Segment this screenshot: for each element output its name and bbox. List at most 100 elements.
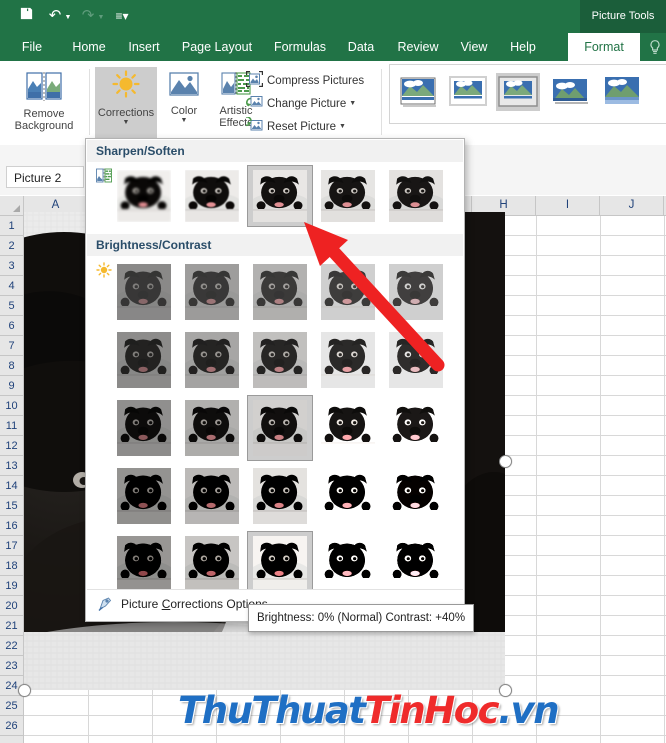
row-header-15[interactable]: 15 xyxy=(0,496,23,516)
tab-data[interactable]: Data xyxy=(340,33,382,61)
row-header-2[interactable]: 2 xyxy=(0,236,23,256)
picture-style-1[interactable] xyxy=(446,73,490,111)
brightness-contrast-thumb-r0-c3[interactable] xyxy=(316,260,380,324)
remove-background-button[interactable]: Remove Background xyxy=(6,69,82,137)
picture-style-0[interactable] xyxy=(396,73,440,111)
compress-pictures-button[interactable]: Compress Pictures xyxy=(246,71,364,91)
row-header-14[interactable]: 14 xyxy=(0,476,23,496)
brightness-contrast-thumb-r4-c0[interactable] xyxy=(112,532,176,596)
row-header-18[interactable]: 18 xyxy=(0,556,23,576)
row-header-20[interactable]: 20 xyxy=(0,596,23,616)
row-header-1[interactable]: 1 xyxy=(0,216,23,236)
row-header-12[interactable]: 12 xyxy=(0,436,23,456)
brightness-contrast-thumb-r4-c4[interactable] xyxy=(384,532,448,596)
ribbon-separator xyxy=(89,69,90,135)
brightness-contrast-thumb-r3-c4[interactable] xyxy=(384,464,448,528)
row-header-26[interactable]: 26 xyxy=(0,716,23,736)
brightness-contrast-thumb-r0-c2[interactable] xyxy=(248,260,312,324)
brightness-contrast-thumb-r1-c3[interactable] xyxy=(316,328,380,392)
brightness-contrast-thumb-r4-c3[interactable] xyxy=(316,532,380,596)
row-header-3[interactable]: 3 xyxy=(0,256,23,276)
reset-picture-button[interactable]: Reset Picture ▼ xyxy=(241,116,346,137)
row-header-4[interactable]: 4 xyxy=(0,276,23,296)
brightness-contrast-thumb-r1-c1[interactable] xyxy=(180,328,244,392)
thumbnail-image xyxy=(117,468,171,524)
corrections-dropdown-caret[interactable]: ▼ xyxy=(95,119,157,127)
row-header-22[interactable]: 22 xyxy=(0,636,23,656)
sharpen-soften-thumb-3[interactable] xyxy=(316,166,380,226)
row-header-17[interactable]: 17 xyxy=(0,536,23,556)
brightness-contrast-thumb-r2-c2[interactable] xyxy=(247,395,313,461)
customize-qat-icon[interactable]: ≡▾ xyxy=(112,6,132,26)
picture-styles-gallery[interactable] xyxy=(389,64,666,124)
tab-home[interactable]: Home xyxy=(62,33,116,61)
color-dropdown-caret[interactable]: ▼ xyxy=(160,117,208,125)
picture-style-2[interactable] xyxy=(496,73,540,111)
name-box[interactable]: Picture 2 xyxy=(6,166,84,188)
brightness-contrast-thumb-r1-c4[interactable] xyxy=(384,328,448,392)
undo-dropdown-caret[interactable]: ▼ xyxy=(64,14,72,22)
change-picture-button[interactable]: Change Picture ▼ xyxy=(246,94,356,114)
row-header-16[interactable]: 16 xyxy=(0,516,23,536)
thumbnail-image xyxy=(253,536,307,592)
change-picture-caret[interactable]: ▼ xyxy=(349,100,356,107)
brightness-contrast-thumb-r1-c0[interactable] xyxy=(112,328,176,392)
color-button[interactable]: Color ▼ xyxy=(160,67,208,139)
row-header-9[interactable]: 9 xyxy=(0,376,23,396)
sharpen-soften-thumb-1[interactable] xyxy=(180,166,244,226)
brightness-contrast-thumb-r0-c0[interactable] xyxy=(112,260,176,324)
brightness-contrast-thumb-r3-c0[interactable] xyxy=(112,464,176,528)
row-header-23[interactable]: 23 xyxy=(0,656,23,676)
select-all-corner[interactable] xyxy=(0,196,24,216)
row-header-7[interactable]: 7 xyxy=(0,336,23,356)
corrections-dropdown-panel[interactable]: Sharpen/Soften Brightness/Contrast Pictu… xyxy=(85,138,465,622)
row-header-21[interactable]: 21 xyxy=(0,616,23,636)
brightness-contrast-thumb-r4-c1[interactable] xyxy=(180,532,244,596)
reset-picture-caret[interactable]: ▼ xyxy=(339,123,346,130)
thumbnail-image xyxy=(321,332,375,388)
brightness-contrast-thumb-r3-c3[interactable] xyxy=(316,464,380,528)
brightness-contrast-thumb-r0-c4[interactable] xyxy=(384,260,448,324)
brightness-contrast-thumb-r4-c2[interactable] xyxy=(247,531,313,597)
brightness-contrast-thumb-r2-c4[interactable] xyxy=(384,396,448,460)
brightness-contrast-thumb-r2-c1[interactable] xyxy=(180,396,244,460)
row-header-6[interactable]: 6 xyxy=(0,316,23,336)
sharpen-soften-thumb-2[interactable] xyxy=(247,165,313,227)
brightness-contrast-section-title: Brightness/Contrast xyxy=(87,234,463,256)
brightness-contrast-thumb-r3-c1[interactable] xyxy=(180,464,244,528)
brightness-contrast-thumb-r0-c1[interactable] xyxy=(180,260,244,324)
row-header-8[interactable]: 8 xyxy=(0,356,23,376)
row-header-10[interactable]: 10 xyxy=(0,396,23,416)
row-header-25[interactable]: 25 xyxy=(0,696,23,716)
tab-view[interactable]: View xyxy=(452,33,496,61)
row-header-13[interactable]: 13 xyxy=(0,456,23,476)
picture-style-3[interactable] xyxy=(548,73,592,111)
sharpen-soften-thumb-4[interactable] xyxy=(384,166,448,226)
picture-style-4[interactable] xyxy=(600,73,644,111)
tab-formulas[interactable]: Formulas xyxy=(266,33,334,61)
picture-handle-bottom-left[interactable] xyxy=(18,684,31,697)
tab-format[interactable]: Format xyxy=(568,33,640,61)
picture-handle-middle-right[interactable] xyxy=(499,455,512,468)
tab-help[interactable]: Help xyxy=(502,33,544,61)
brightness-contrast-thumb-r1-c2[interactable] xyxy=(248,328,312,392)
undo-icon[interactable]: ↶ xyxy=(45,6,65,26)
tab-review[interactable]: Review xyxy=(390,33,446,61)
sharpen-soften-thumb-0[interactable] xyxy=(112,166,176,226)
row-header-19[interactable]: 19 xyxy=(0,576,23,596)
thumbnail-image xyxy=(389,468,443,524)
tab-insert[interactable]: Insert xyxy=(120,33,168,61)
corrections-button[interactable]: Corrections ▼ xyxy=(95,67,157,139)
brightness-contrast-thumb-r2-c0[interactable] xyxy=(112,396,176,460)
column-header-j[interactable]: J xyxy=(600,196,664,215)
lightbulb-icon[interactable] xyxy=(646,39,664,57)
column-header-i[interactable]: I xyxy=(536,196,600,215)
brightness-contrast-thumb-r3-c2[interactable] xyxy=(248,464,312,528)
tab-page-layout[interactable]: Page Layout xyxy=(172,33,262,61)
save-icon[interactable] xyxy=(16,6,36,26)
tab-file[interactable]: File xyxy=(12,33,52,61)
thumbnail-image xyxy=(117,332,171,388)
row-header-11[interactable]: 11 xyxy=(0,416,23,436)
brightness-contrast-thumb-r2-c3[interactable] xyxy=(316,396,380,460)
row-header-5[interactable]: 5 xyxy=(0,296,23,316)
